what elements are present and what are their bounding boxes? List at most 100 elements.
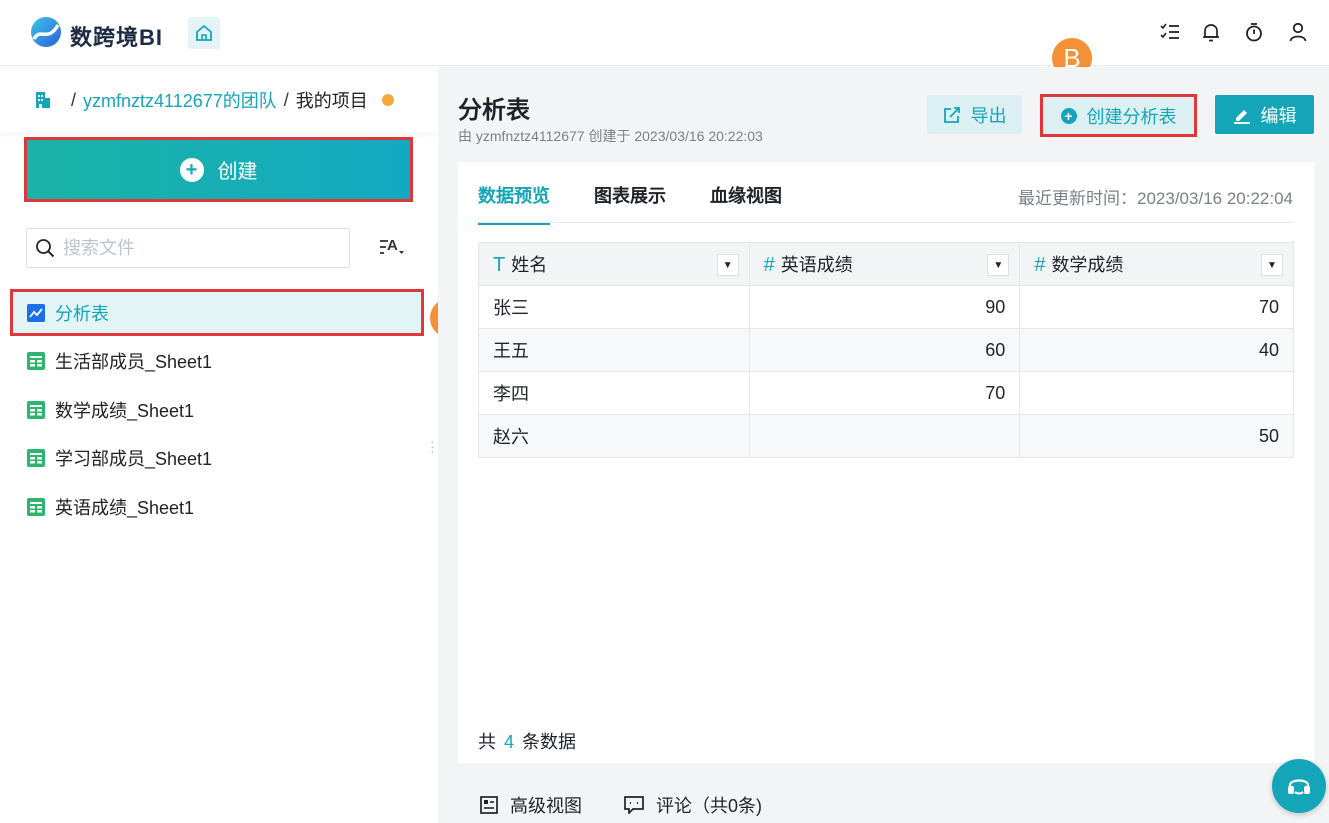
number-type-icon: # <box>763 254 775 276</box>
table-cell[interactable] <box>1019 371 1294 415</box>
export-button-label: 导出 <box>970 105 1007 126</box>
breadcrumb-separator: / <box>71 89 77 110</box>
column-header-english: # 英语成绩 ▼ <box>748 242 1021 286</box>
building-icon[interactable] <box>34 91 52 109</box>
status-dot <box>381 94 394 106</box>
breadcrumb-current[interactable]: 我的项目 <box>296 87 368 113</box>
home-icon <box>196 24 212 41</box>
table-cell[interactable]: 70 <box>1019 285 1294 329</box>
edit-button-label: 编辑 <box>1260 105 1297 126</box>
create-button-label: 创建 <box>217 161 258 183</box>
comments-button[interactable]: 评论（共0条) <box>624 792 762 818</box>
data-preview-card: 数据预览 图表展示 血缘视图 最近更新时间：2023/03/16 20:22:0… <box>458 162 1314 763</box>
tab-chart-display[interactable]: 图表展示 <box>594 182 666 223</box>
column-title: 数学成绩 <box>1051 255 1124 275</box>
create-analysis-button[interactable]: + 创建分析表 <box>1043 97 1194 134</box>
support-chat-button[interactable] <box>1272 759 1326 813</box>
tab-lineage-view[interactable]: 血缘视图 <box>710 182 782 223</box>
column-header-math: # 数学成绩 ▼ <box>1019 242 1294 286</box>
table-header-row: T 姓名 ▼ # 英语成绩 ▼ # 数学成绩 ▼ <box>478 242 1294 286</box>
file-name: 分析表 <box>55 303 109 324</box>
text-type-icon: T <box>493 254 506 276</box>
edit-icon <box>1233 109 1250 124</box>
file-item-sheet[interactable]: 学习部成员_Sheet1 <box>10 436 424 480</box>
file-item-sheet[interactable]: 数学成绩_Sheet1 <box>10 388 424 432</box>
table-cell[interactable]: 王五 <box>478 328 750 372</box>
table-cell[interactable]: 赵六 <box>478 414 750 458</box>
column-menu-button[interactable]: ▼ <box>987 254 1010 276</box>
comments-label: 评论（共0条) <box>656 795 763 816</box>
bell-icon <box>1203 24 1219 42</box>
advanced-view-button[interactable]: 高级视图 <box>480 792 582 818</box>
tab-data-preview[interactable]: 数据预览 <box>478 182 550 225</box>
table-cell[interactable]: 李四 <box>478 371 750 415</box>
breadcrumb-separator: / <box>283 89 289 110</box>
brand-logo <box>31 17 61 47</box>
table-cell[interactable]: 40 <box>1019 328 1294 372</box>
tab-bar: 数据预览 图表展示 血缘视图 最近更新时间：2023/03/16 20:22:0… <box>478 162 1293 225</box>
table-cell[interactable]: 张三 <box>478 285 750 329</box>
search-box <box>26 228 350 268</box>
export-icon <box>943 106 960 123</box>
sort-button[interactable]: A <box>380 237 404 260</box>
notification-button[interactable] <box>1200 21 1222 43</box>
home-button[interactable] <box>188 17 220 49</box>
table-row: 王五 60 40 <box>478 328 1294 372</box>
plus-circle-icon: + <box>179 157 204 182</box>
main-panel: 分析表 由 yzmfnztz4112677 创建于 2023/03/16 20:… <box>438 67 1329 823</box>
file-item-sheet[interactable]: 英语成绩_Sheet1 <box>10 485 424 529</box>
timer-button[interactable] <box>1243 21 1265 43</box>
table-cell[interactable]: 70 <box>748 371 1021 415</box>
table-row: 李四 70 <box>478 371 1294 415</box>
search-icon <box>36 239 55 258</box>
search-input[interactable] <box>63 237 323 259</box>
file-item-analysis[interactable]: 分析表 <box>10 289 424 336</box>
export-button[interactable]: 导出 <box>927 95 1022 134</box>
advanced-view-icon <box>480 795 498 814</box>
panel-resize-handle[interactable]: · · · <box>430 434 435 458</box>
brand-name: 数跨境BI <box>70 25 164 50</box>
file-name: 数学成绩_Sheet1 <box>55 401 195 421</box>
table-row: 张三 90 70 <box>478 285 1294 329</box>
headset-icon <box>1288 779 1310 795</box>
file-name: 英语成绩_Sheet1 <box>55 498 195 518</box>
file-item-sheet[interactable]: 生活部成员_Sheet1 <box>10 339 424 383</box>
comment-icon <box>624 795 644 814</box>
file-name: 生活部成员_Sheet1 <box>55 352 213 372</box>
number-type-icon: # <box>1034 254 1046 276</box>
column-header-name: T 姓名 ▼ <box>478 242 750 286</box>
edit-button[interactable]: 编辑 <box>1215 95 1314 134</box>
table-row: 赵六 50 <box>478 414 1294 458</box>
advanced-view-label: 高级视图 <box>510 795 582 816</box>
sheet-icon <box>27 449 45 467</box>
create-analysis-label: 创建分析表 <box>1086 106 1177 127</box>
bottom-bar: 高级视图 评论（共0条) <box>438 786 1329 823</box>
top-bar: 数跨境BI <box>0 0 1329 66</box>
sort-label: A <box>387 237 398 254</box>
create-button[interactable]: + 创建 <box>27 140 410 199</box>
column-menu-button[interactable]: ▼ <box>716 254 739 276</box>
file-name: 学习部成员_Sheet1 <box>55 449 213 469</box>
table-cell[interactable]: 90 <box>748 285 1021 329</box>
stopwatch-icon <box>1246 23 1262 42</box>
column-title: 英语成绩 <box>780 255 853 275</box>
row-count-number: 4 <box>504 732 515 752</box>
table-cell[interactable]: 50 <box>1019 414 1294 458</box>
user-button[interactable] <box>1287 21 1309 43</box>
sheet-icon <box>27 352 45 370</box>
last-updated-text: 最近更新时间：2023/03/16 20:22:04 <box>1018 189 1293 208</box>
table-cell[interactable] <box>748 414 1021 458</box>
breadcrumb-team-link[interactable]: yzmfnztz4112677的团队 <box>83 87 277 113</box>
table-cell[interactable]: 60 <box>748 328 1021 372</box>
page-title: 分析表 <box>458 97 530 124</box>
sheet-icon <box>27 401 45 419</box>
chart-icon <box>27 303 45 322</box>
task-list-icon <box>1160 23 1179 39</box>
task-list-button[interactable] <box>1159 21 1181 43</box>
row-count-prefix: 共 <box>478 732 496 752</box>
left-panel: / yzmfnztz4112677的团队 / 我的项目 + 创建 A <box>0 67 438 823</box>
column-menu-button[interactable]: ▼ <box>1261 254 1283 276</box>
sheet-icon <box>27 498 45 516</box>
column-title: 姓名 <box>511 255 548 275</box>
row-count: 共 4 条数据 <box>478 728 576 754</box>
